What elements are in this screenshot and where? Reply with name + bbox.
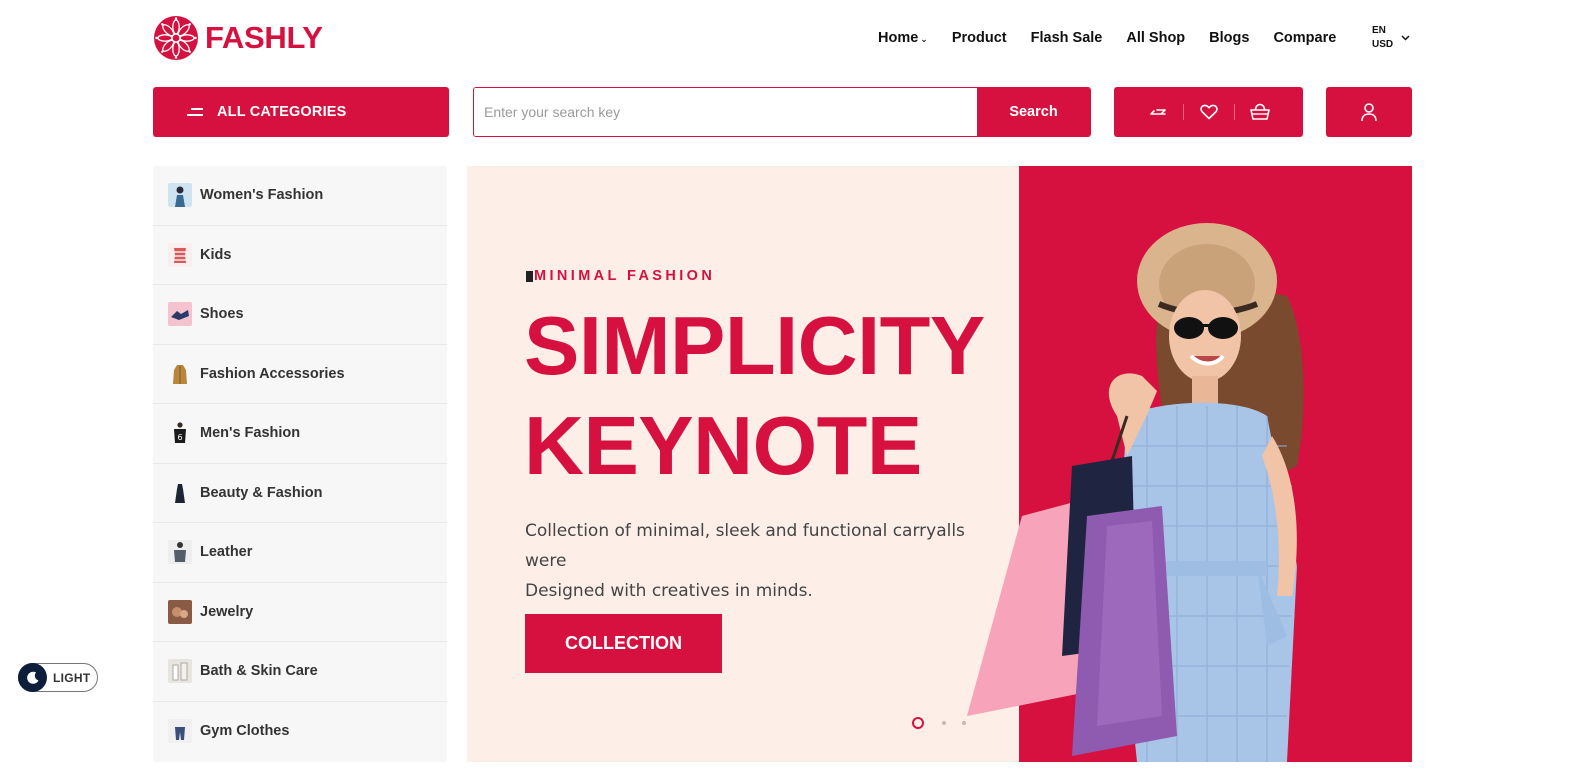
brand-name: FASHLY	[205, 20, 323, 55]
sidebar-item-label: Shoes	[200, 306, 244, 323]
sidebar-item-label: Men's Fashion	[200, 425, 301, 442]
hero-title: SIMPLICITY KEYNOTE	[524, 296, 985, 496]
sidebar-item-label: Bath & Skin Care	[200, 663, 318, 680]
hero-model-image	[967, 223, 1304, 762]
search-bar: Search	[473, 87, 1091, 137]
slider-dot-2[interactable]	[942, 721, 946, 725]
hero-description-line2: Designed with creatives in minds.	[525, 581, 813, 601]
moon-icon	[18, 663, 47, 692]
account-button[interactable]	[1326, 87, 1412, 137]
hero-title-line2: KEYNOTE	[524, 399, 922, 492]
sidebar-item-womens-fashion[interactable]: Women's Fashion	[153, 166, 447, 226]
jewelry-thumbnail-icon	[168, 599, 192, 624]
wishlist-button[interactable]	[1184, 100, 1234, 124]
theme-toggle-label: LIGHT	[53, 670, 91, 685]
sidebar-item-gym-clothes[interactable]: Gym Clothes	[153, 702, 447, 762]
womens-fashion-thumbnail-icon	[168, 183, 192, 208]
sidebar-item-label: Kids	[200, 246, 232, 263]
sidebar-item-kids[interactable]: Kids	[153, 226, 447, 285]
sidebar-item-label: Women's Fashion	[200, 187, 324, 204]
header-actions	[1114, 87, 1303, 137]
chevron-down-icon	[1401, 35, 1410, 41]
collection-button[interactable]: COLLECTION	[525, 614, 722, 673]
language-label: EN	[1372, 25, 1386, 36]
slider-pagination	[912, 717, 966, 729]
hero-title-line1: SIMPLICITY	[524, 299, 985, 392]
sidebar-item-label: Gym Clothes	[200, 723, 290, 740]
all-categories-label: ALL CATEGORIES	[217, 104, 347, 120]
sidebar-item-shoes[interactable]: Shoes	[153, 285, 447, 345]
language-currency-selector[interactable]: EN USD	[1372, 24, 1412, 52]
main-nav: Home ⌄ Product Flash Sale All Shop Blogs…	[878, 29, 1336, 47]
fashion-accessories-thumbnail-icon	[168, 361, 192, 386]
hero-tagline-text: MINIMAL FASHION	[534, 268, 716, 284]
svg-text:6: 6	[177, 433, 182, 442]
currency-label: USD	[1372, 39, 1394, 50]
kids-thumbnail-icon	[168, 242, 192, 267]
hero-tagline: MINIMAL FASHION	[526, 268, 715, 284]
category-sidebar: Women's Fashion Kids Shoes Fashion Acces…	[153, 166, 447, 762]
slider-dot-3[interactable]	[962, 721, 966, 725]
beauty-fashion-thumbnail-icon	[168, 480, 192, 505]
leather-thumbnail-icon	[168, 540, 192, 565]
sidebar-item-mens-fashion[interactable]: 6 Men's Fashion	[153, 404, 447, 464]
nav-blogs[interactable]: Blogs	[1209, 30, 1249, 46]
sidebar-item-fashion-accessories[interactable]: Fashion Accessories	[153, 345, 447, 404]
mens-fashion-thumbnail-icon: 6	[168, 421, 192, 446]
sidebar-item-leather[interactable]: Leather	[153, 523, 447, 583]
sidebar-item-label: Fashion Accessories	[200, 365, 345, 382]
brand-logo[interactable]: FASHLY	[153, 14, 323, 62]
shoes-thumbnail-icon	[168, 302, 192, 327]
sidebar-item-beauty-fashion[interactable]: Beauty & Fashion	[153, 464, 447, 523]
sidebar-item-jewelry[interactable]: Jewelry	[153, 583, 447, 642]
menu-icon	[187, 108, 203, 116]
nav-home[interactable]: Home ⌄	[878, 30, 928, 46]
heart-icon	[1199, 104, 1218, 120]
sidebar-item-label: Beauty & Fashion	[200, 484, 323, 501]
gym-clothes-thumbnail-icon	[168, 719, 192, 744]
nav-flash-sale[interactable]: Flash Sale	[1031, 30, 1103, 46]
basket-icon	[1249, 103, 1270, 120]
bath-skin-care-thumbnail-icon	[168, 659, 192, 684]
search-button[interactable]: Search	[977, 88, 1090, 136]
compare-button[interactable]	[1133, 100, 1183, 124]
nav-product[interactable]: Product	[952, 30, 1007, 46]
sidebar-item-label: Jewelry	[200, 603, 254, 620]
nav-all-shop[interactable]: All Shop	[1126, 30, 1185, 46]
slider-dot-1[interactable]	[912, 717, 924, 729]
nav-home-label: Home	[878, 30, 919, 46]
hero-banner: MINIMAL FASHION SIMPLICITY KEYNOTE Colle…	[467, 166, 1412, 762]
compare-icon	[1149, 109, 1166, 115]
cart-button[interactable]	[1235, 100, 1285, 124]
hero-description: Collection of minimal, sleek and functio…	[525, 516, 995, 606]
theme-toggle[interactable]: LIGHT	[18, 663, 98, 692]
user-icon	[1361, 103, 1377, 122]
all-categories-button[interactable]: ALL CATEGORIES	[153, 87, 449, 137]
hero-description-line1: Collection of minimal, sleek and functio…	[525, 521, 965, 571]
nav-compare[interactable]: Compare	[1273, 30, 1336, 46]
search-input[interactable]	[474, 88, 977, 136]
sidebar-item-bath-skin-care[interactable]: Bath & Skin Care	[153, 642, 447, 702]
chevron-down-icon: ⌄	[920, 33, 928, 44]
logo-mandala-icon	[154, 16, 198, 60]
sidebar-item-label: Leather	[200, 544, 253, 561]
